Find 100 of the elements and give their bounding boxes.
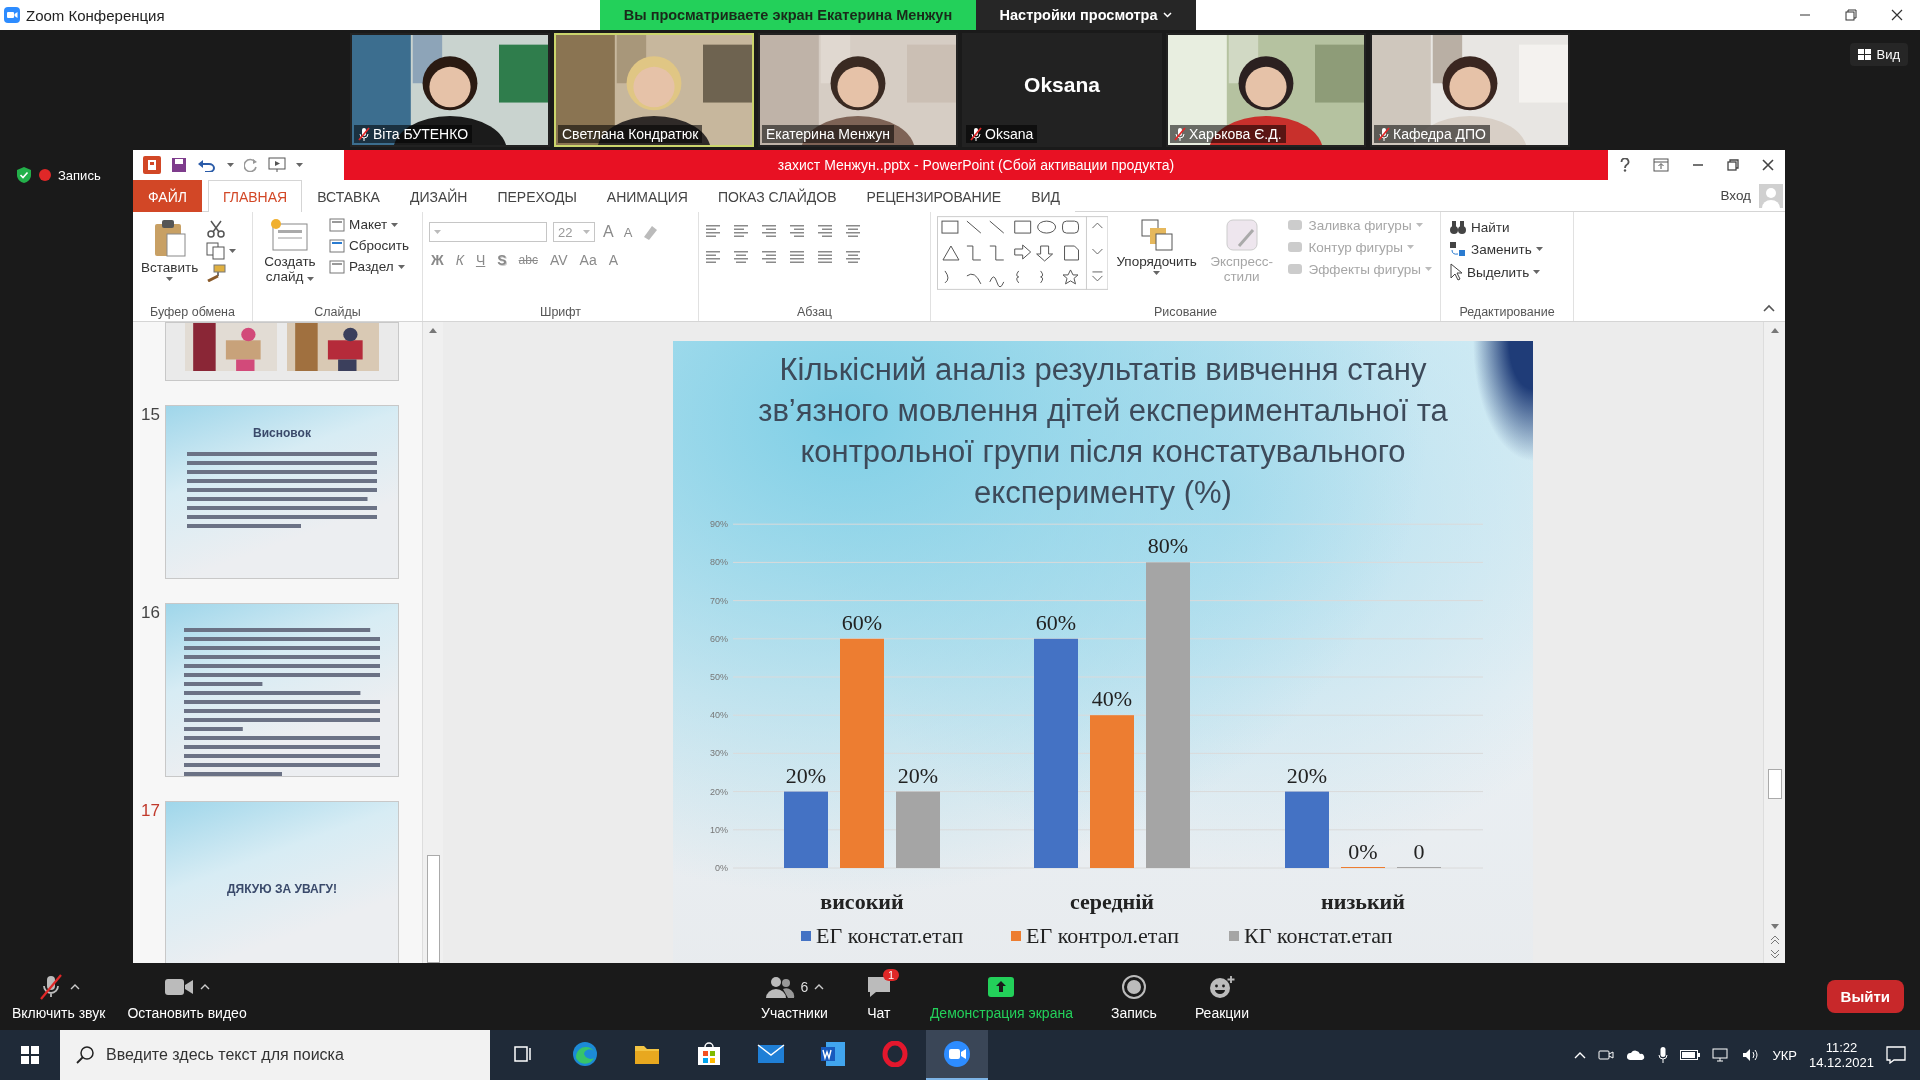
share-screen-button[interactable]: Демонстрация экрана xyxy=(923,968,1079,1025)
font-name-field[interactable] xyxy=(429,222,547,242)
font-format-button[interactable]: Aa xyxy=(577,252,599,268)
close-icon[interactable] xyxy=(1761,159,1774,171)
scroll-up-icon[interactable] xyxy=(428,326,438,334)
video-tile[interactable]: Oksana Oksana xyxy=(962,33,1162,147)
select-button[interactable]: Выделить xyxy=(1447,262,1545,282)
slide-thumbnail[interactable] xyxy=(165,322,399,381)
video-tile[interactable]: Кафедра ДПО xyxy=(1370,33,1570,147)
slideshow-icon[interactable] xyxy=(268,157,286,173)
new-slide-icon xyxy=(270,218,310,252)
caret-up-icon[interactable] xyxy=(200,983,211,990)
scissors-icon[interactable] xyxy=(206,220,227,238)
arrange-button[interactable]: Упорядочить xyxy=(1114,216,1199,305)
save-icon[interactable] xyxy=(171,157,187,173)
caret-up-icon[interactable] xyxy=(814,983,825,990)
group-label: Шрифт xyxy=(538,305,583,319)
scroll-down-icon[interactable] xyxy=(1769,923,1780,931)
align-left-icon xyxy=(705,250,721,264)
video-camera-icon xyxy=(943,1040,971,1068)
data-label: 40% xyxy=(1091,686,1133,712)
video-tile[interactable]: Екатерина Менжун xyxy=(758,33,958,147)
network-icon[interactable] xyxy=(1712,1048,1731,1062)
slide-thumbnail[interactable] xyxy=(165,603,399,777)
participant-name: Кафедра ДПО xyxy=(1374,125,1490,143)
view-options-button[interactable]: Настройки просмотра xyxy=(976,0,1196,30)
video-tile[interactable]: Харькова Є.Д. xyxy=(1166,33,1366,147)
help-icon[interactable] xyxy=(1619,158,1630,172)
close-icon[interactable] xyxy=(1891,9,1903,21)
cloud-icon[interactable] xyxy=(1626,1049,1647,1061)
font-format-button[interactable]: AV xyxy=(547,252,570,268)
caret-icon xyxy=(166,277,174,281)
ribbon-display-icon[interactable] xyxy=(1652,158,1669,172)
reactions-button[interactable]: Реакции xyxy=(1188,968,1255,1025)
caret-icon xyxy=(1406,245,1414,249)
axis-label: 0% xyxy=(715,863,728,873)
search-icon xyxy=(76,1046,94,1064)
slide-thumbnail[interactable]: ДЯКУЮ ЗА УВАГУ! xyxy=(165,801,399,963)
leave-button[interactable]: Выйти xyxy=(1826,980,1904,1013)
layout-button[interactable]: Макет xyxy=(327,216,411,233)
find-button[interactable]: Найти xyxy=(1447,218,1545,236)
share-screen-icon xyxy=(987,975,1016,998)
scroll-up-icon[interactable] xyxy=(1769,326,1780,334)
shapes-gallery[interactable] xyxy=(937,216,1109,290)
slide-thumbnail[interactable]: Висновок xyxy=(165,405,399,579)
group-label: Редактирование xyxy=(1458,305,1556,319)
font-format-button[interactable]: S xyxy=(495,252,509,268)
record-icon xyxy=(1120,973,1147,1000)
notifications-icon[interactable] xyxy=(1886,1046,1906,1064)
caret-icon xyxy=(397,264,405,269)
participants-button[interactable]: 6 Участники xyxy=(755,968,834,1025)
shrink-font-button[interactable]: A xyxy=(621,224,635,240)
align-right-icon xyxy=(761,250,777,264)
collapse-ribbon-icon[interactable] xyxy=(1763,304,1775,312)
category-label: високий xyxy=(820,889,904,914)
scrollbar-thumb[interactable] xyxy=(1767,769,1782,799)
undo-icon[interactable] xyxy=(197,158,217,172)
camera-icon[interactable] xyxy=(1598,1048,1615,1062)
font-format-button[interactable]: abc xyxy=(516,253,540,267)
language-indicator[interactable]: УКР xyxy=(1772,1047,1797,1063)
chat-button[interactable]: 1 Чат xyxy=(859,968,898,1025)
caret-icon xyxy=(307,277,315,281)
layout-icon xyxy=(329,217,345,232)
axis-label: 90% xyxy=(710,519,728,530)
justify-icon xyxy=(789,250,805,264)
caret-up-icon[interactable] xyxy=(69,983,80,990)
record-button[interactable]: Запись xyxy=(1104,968,1163,1025)
restore-icon[interactable] xyxy=(1726,159,1739,171)
section-button[interactable]: Раздел xyxy=(327,258,411,275)
reset-button[interactable]: Сбросить xyxy=(327,237,411,254)
taskbar-button[interactable] xyxy=(926,1030,988,1080)
unmute-button[interactable]: Включить звук xyxy=(6,968,112,1025)
stop-video-button[interactable]: Остановить видео xyxy=(121,968,253,1025)
copy-icon[interactable] xyxy=(206,242,227,260)
reset-icon xyxy=(329,238,345,253)
new-slide-button[interactable]: Создать слайд xyxy=(259,216,321,305)
redo-icon[interactable] xyxy=(244,158,258,172)
chevron-up-icon[interactable] xyxy=(1574,1051,1587,1059)
format-painter-icon[interactable] xyxy=(206,264,227,282)
video-tile[interactable]: Светлана Кондратюк xyxy=(554,33,754,147)
replace-button[interactable]: Заменить xyxy=(1447,240,1545,258)
next-slide-icon[interactable] xyxy=(1769,949,1780,959)
battery-icon[interactable] xyxy=(1680,1050,1701,1060)
restore-icon[interactable] xyxy=(1845,9,1857,21)
volume-icon[interactable] xyxy=(1742,1048,1761,1062)
ribbon-tab[interactable]: ГЛАВНАЯ xyxy=(207,180,303,212)
replace-icon xyxy=(1449,241,1467,257)
video-tile[interactable]: Віта БУТЕНКО xyxy=(350,33,550,147)
scrollbar-thumb[interactable] xyxy=(426,855,440,963)
grow-font-button[interactable]: A xyxy=(601,223,616,241)
microphone-icon[interactable] xyxy=(1658,1047,1669,1063)
task-view-icon xyxy=(513,1045,533,1063)
font-format-button[interactable]: К xyxy=(453,252,466,268)
font-format-button[interactable]: A xyxy=(606,252,621,268)
file-tab[interactable]: ФАЙЛ xyxy=(133,180,202,212)
view-button[interactable]: Вид xyxy=(1850,43,1908,66)
sign-in-link[interactable]: Вход xyxy=(1720,188,1751,203)
caret-icon xyxy=(1153,271,1161,275)
paste-button[interactable]: Вставить xyxy=(139,216,201,305)
previous-slide-icon[interactable] xyxy=(1769,935,1780,945)
